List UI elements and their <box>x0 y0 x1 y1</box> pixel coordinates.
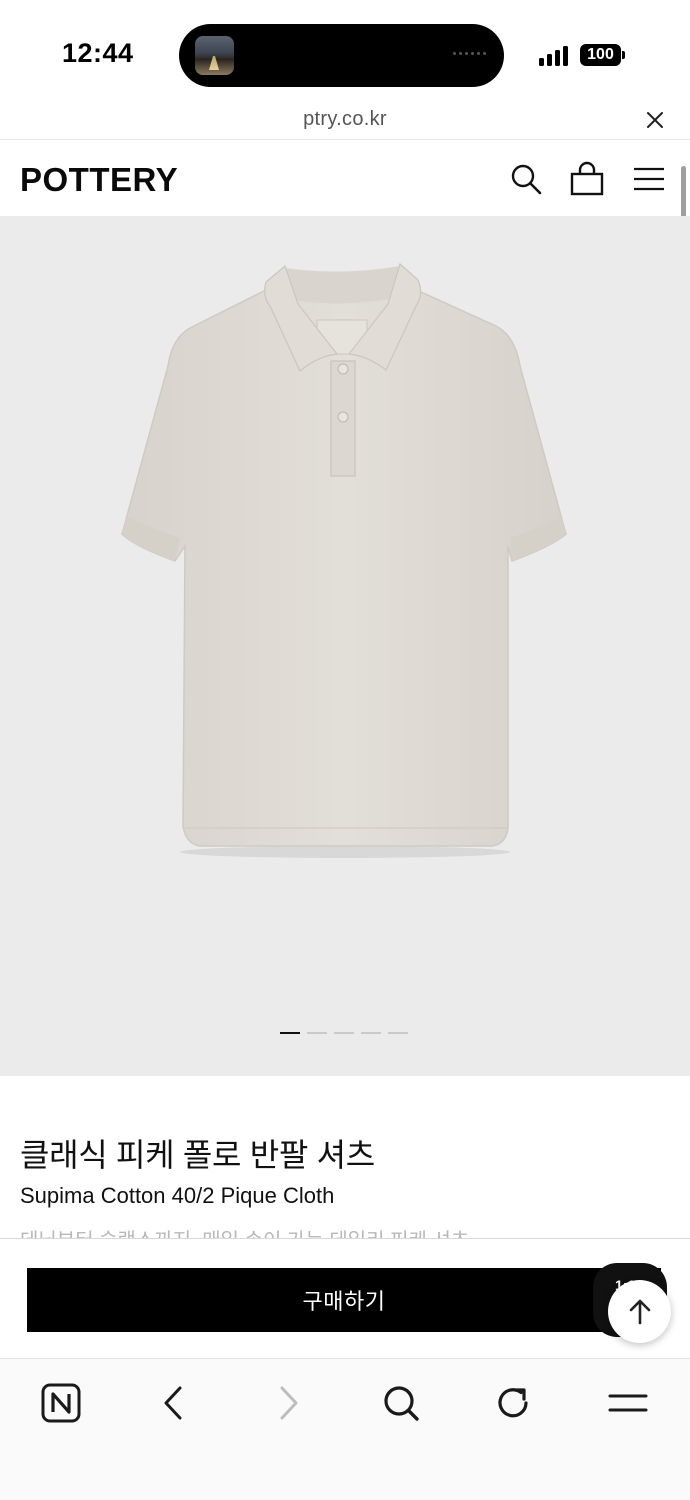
status-time: 12:44 <box>62 38 134 68</box>
shopping-bag-icon[interactable] <box>569 161 605 197</box>
site-logo[interactable]: POTTERY <box>20 161 178 199</box>
url-bar: ptry.co.kr <box>0 100 690 140</box>
product-name: 클래식 피케 폴로 반팔 셔츠 <box>20 1137 375 1173</box>
product-image-carousel[interactable] <box>0 216 690 1076</box>
polo-shirt-image <box>121 262 567 858</box>
product-info: 클래식 피케 폴로 반팔 셔츠 Supima Cotton 40/2 Pique… <box>0 1076 690 1238</box>
search-icon[interactable] <box>379 1381 423 1425</box>
battery-icon: 100 <box>580 44 625 66</box>
back-icon[interactable] <box>152 1381 196 1425</box>
pagination-dot-1[interactable] <box>280 1032 300 1034</box>
site-header: POTTERY <box>0 141 690 216</box>
close-icon[interactable] <box>644 109 666 131</box>
dynamic-island <box>179 24 504 87</box>
now-playing-thumbnail <box>195 36 234 75</box>
purchase-bar: 구매하기 1:1 <box>0 1238 690 1358</box>
pagination-dot-3[interactable] <box>334 1032 354 1034</box>
product-description: 데님부터 슬랙스까지, 매일 손이 가는 데일리 피케 셔츠 <box>20 1224 469 1238</box>
cellular-signal-icon <box>539 44 568 66</box>
menu-icon[interactable] <box>631 161 667 197</box>
pagination-dot-4[interactable] <box>361 1032 381 1034</box>
pagination-dot-2[interactable] <box>307 1032 327 1034</box>
reload-icon[interactable] <box>492 1381 536 1425</box>
pagination-dot-5[interactable] <box>388 1032 408 1034</box>
search-icon[interactable] <box>508 161 544 197</box>
buy-button[interactable]: 구매하기 <box>27 1268 661 1332</box>
naver-home-icon[interactable] <box>39 1381 83 1425</box>
arrow-up-icon <box>629 1299 650 1324</box>
url-text[interactable]: ptry.co.kr <box>0 108 690 131</box>
scroll-to-top-button[interactable] <box>608 1280 671 1343</box>
forward-icon[interactable] <box>266 1381 310 1425</box>
battery-level: 100 <box>580 44 621 66</box>
image-pagination <box>280 1032 408 1034</box>
menu-icon[interactable] <box>606 1381 650 1425</box>
status-bar: 12:44 100 <box>0 0 690 100</box>
browser-toolbar <box>0 1358 690 1500</box>
product-subtitle: Supima Cotton 40/2 Pique Cloth <box>20 1183 335 1208</box>
island-dots-icon <box>453 52 486 55</box>
